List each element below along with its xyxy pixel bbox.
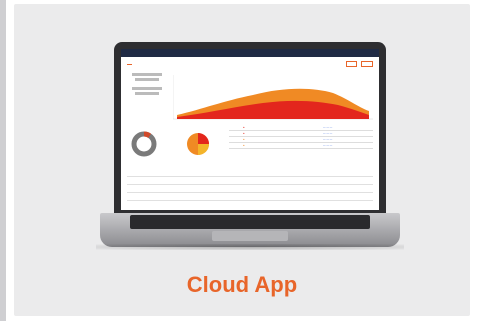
laptop-screen: ● — — — ● — — — ● — — — ● — — — xyxy=(121,49,379,210)
table-row xyxy=(127,185,373,193)
table-row xyxy=(127,193,373,201)
app-tab xyxy=(127,60,133,65)
app-stats xyxy=(129,71,165,96)
app-button xyxy=(346,61,357,67)
app-tabs xyxy=(127,60,160,66)
laptop-base xyxy=(100,213,400,247)
laptop-image: ● — — — ● — — — ● — — — ● — — — xyxy=(96,42,404,250)
product-title[interactable]: Cloud App xyxy=(14,272,470,298)
table-row xyxy=(127,169,373,177)
laptop-shadow xyxy=(96,244,404,250)
list-item: ● — — — xyxy=(229,143,373,149)
laptop-trackpad xyxy=(212,231,288,241)
pie-chart xyxy=(187,133,209,155)
table-row xyxy=(127,177,373,185)
left-border xyxy=(0,0,6,321)
laptop-keyboard xyxy=(130,215,370,229)
alarm-list: ● — — — ● — — — ● — — — ● — — — xyxy=(229,125,373,149)
donut-chart xyxy=(131,131,157,157)
app-top-buttons xyxy=(343,61,373,67)
app-tab xyxy=(139,60,144,64)
area-chart xyxy=(173,75,373,120)
app-tab xyxy=(151,60,154,64)
laptop-lid: ● — — — ● — — — ● — — — ● — — — xyxy=(114,42,386,216)
app-titlebar xyxy=(121,49,379,57)
app-button xyxy=(360,61,373,67)
data-table xyxy=(127,169,373,201)
